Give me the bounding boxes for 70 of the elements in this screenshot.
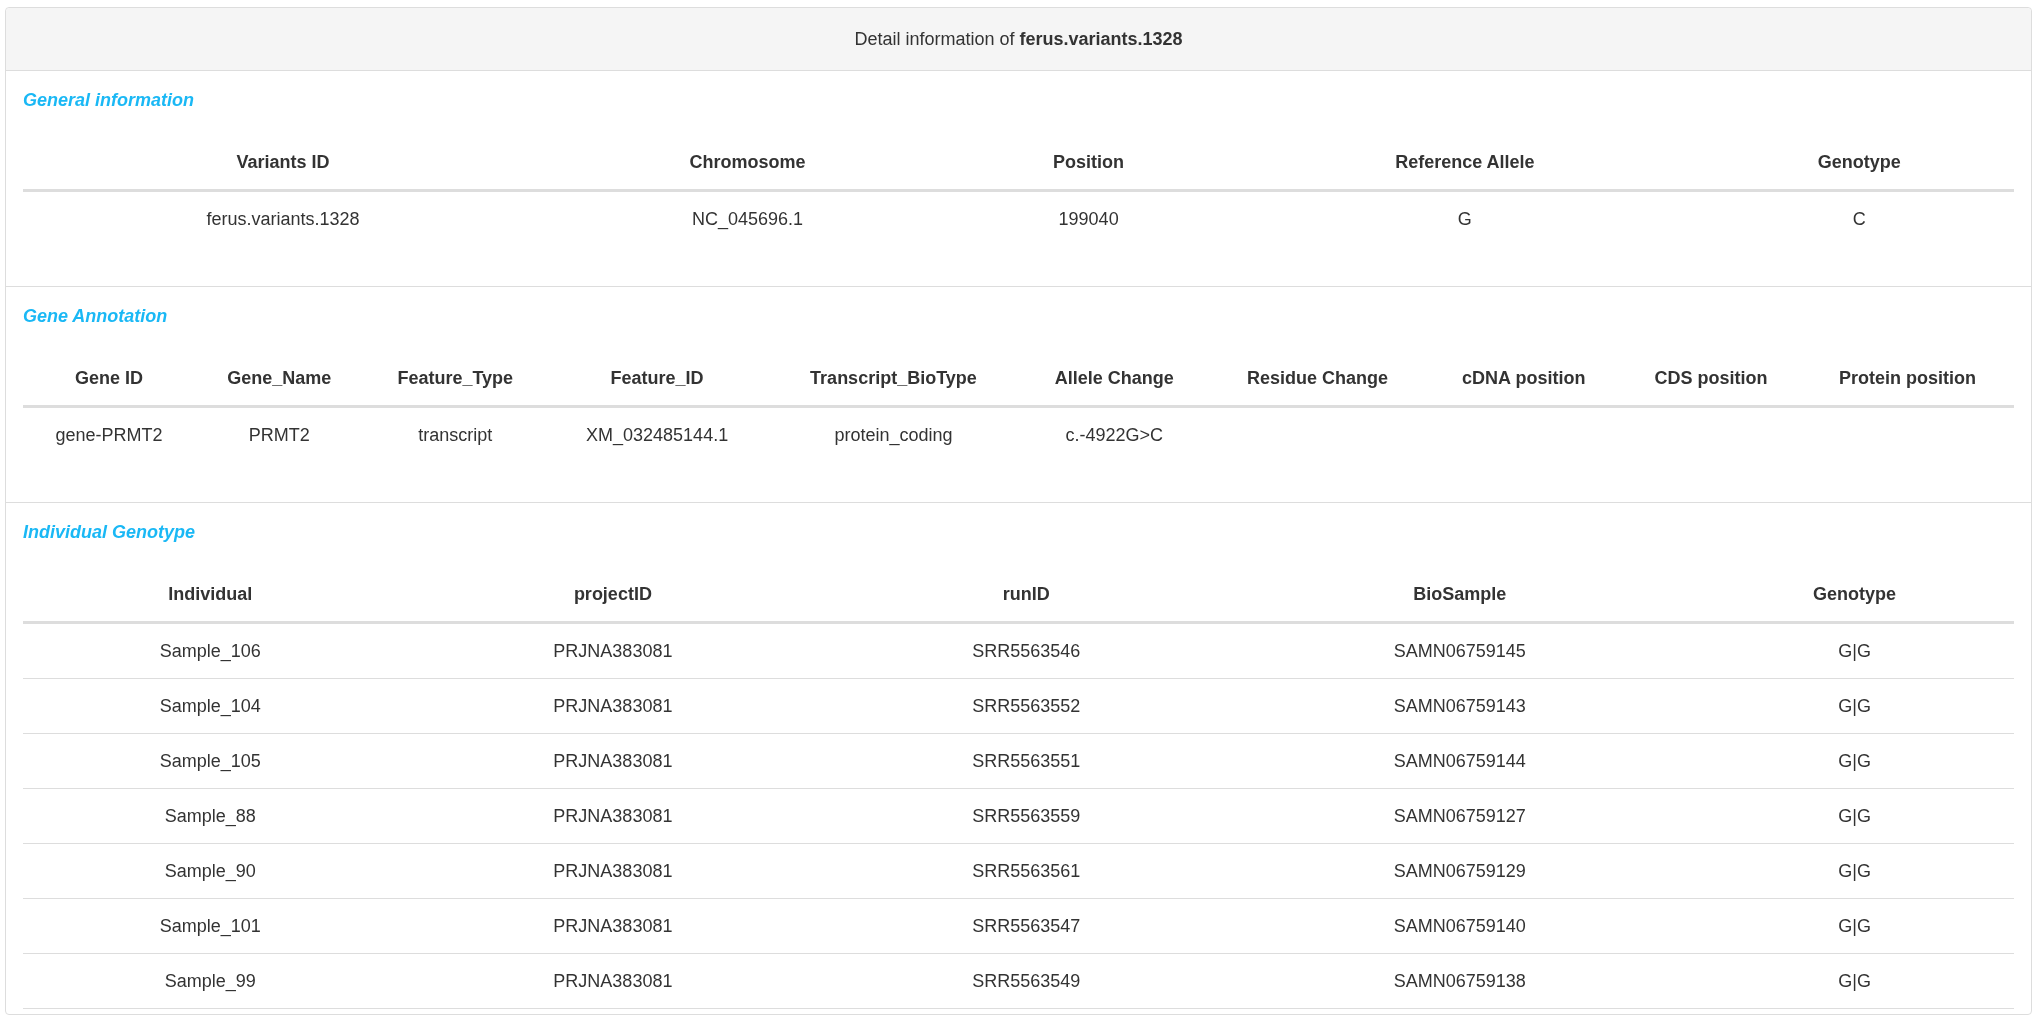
table-cell: Sample_90 bbox=[23, 843, 398, 899]
column-header: Individual bbox=[23, 564, 398, 623]
table-cell: G|G bbox=[1695, 898, 2014, 954]
table-cell: transcript bbox=[363, 406, 548, 462]
column-header: Transcript_BioType bbox=[766, 348, 1020, 407]
table-cell: C bbox=[1704, 190, 2014, 246]
table-cell: gene-PRMT2 bbox=[23, 406, 196, 462]
table-cell: protein_coding bbox=[766, 406, 1020, 462]
column-header: projectID bbox=[397, 564, 829, 623]
table-cell: PRJNA383081 bbox=[397, 622, 829, 679]
column-header: Genotype bbox=[1704, 132, 2014, 191]
table-cell: SRR5563551 bbox=[828, 733, 1225, 789]
column-header: runID bbox=[828, 564, 1225, 623]
column-header: BioSample bbox=[1224, 564, 1696, 623]
column-header: Protein position bbox=[1801, 348, 2014, 407]
table-cell: G|G bbox=[1695, 733, 2014, 789]
table-cell: G|G bbox=[1695, 843, 2014, 899]
table-cell: SRR5563546 bbox=[828, 622, 1225, 679]
table-cell: G|G bbox=[1695, 788, 2014, 844]
table-cell: PRJNA383081 bbox=[397, 953, 829, 1009]
table-cell: G|G bbox=[1695, 622, 2014, 679]
table-cell: SAMN06759144 bbox=[1224, 733, 1696, 789]
table-cell: SRR5563549 bbox=[828, 953, 1225, 1009]
table-cell: Sample_88 bbox=[23, 788, 398, 844]
section-title: Individual Genotype bbox=[23, 521, 196, 544]
table-cell: c.-4922G>C bbox=[1020, 406, 1209, 462]
column-header: Allele Change bbox=[1020, 348, 1209, 407]
section-title: General information bbox=[23, 89, 195, 112]
table-cell: SRR5563552 bbox=[828, 678, 1225, 734]
table-cell: SAMN06759143 bbox=[1224, 678, 1696, 734]
table-cell: PRJNA383081 bbox=[397, 788, 829, 844]
table-cell: G bbox=[1225, 190, 1705, 246]
table-cell: SRR5563561 bbox=[828, 843, 1225, 899]
table-cell: SAMN06759140 bbox=[1224, 898, 1696, 954]
table-cell: NC_045696.1 bbox=[543, 190, 952, 246]
table-cell: PRJNA383081 bbox=[397, 843, 829, 899]
column-header: Genotype bbox=[1695, 564, 2014, 623]
table-cell: Sample_101 bbox=[23, 898, 398, 954]
column-header: cDNA position bbox=[1426, 348, 1621, 407]
table-cell: Sample_105 bbox=[23, 733, 398, 789]
table-cell: ferus.variants.1328 bbox=[23, 190, 544, 246]
table-cell: PRJNA383081 bbox=[397, 733, 829, 789]
section-title: Gene Annotation bbox=[23, 305, 168, 328]
panel-title: Detail information of ferus.variants.1328 bbox=[854, 28, 1183, 50]
table-cell: SRR5563559 bbox=[828, 788, 1225, 844]
column-header: Feature_Type bbox=[363, 348, 548, 407]
column-header: CDS position bbox=[1620, 348, 1802, 407]
column-header: Gene ID bbox=[23, 348, 196, 407]
table-cell: PRJNA383081 bbox=[397, 678, 829, 734]
column-header: Chromosome bbox=[543, 132, 952, 191]
table-cell: 199040 bbox=[951, 190, 1226, 246]
table-cell: SAMN06759145 bbox=[1224, 622, 1696, 679]
table-cell: PRJNA383081 bbox=[397, 898, 829, 954]
table-cell: G|G bbox=[1695, 678, 2014, 734]
table-cell: G|G bbox=[1695, 953, 2014, 1009]
column-header: Reference Allele bbox=[1225, 132, 1705, 191]
table-cell: SAMN06759127 bbox=[1224, 788, 1696, 844]
table-cell: SRR5563547 bbox=[828, 898, 1225, 954]
table-cell: PRMT2 bbox=[195, 406, 364, 462]
table-cell: SAMN06759138 bbox=[1224, 953, 1696, 1009]
table-cell: Sample_104 bbox=[23, 678, 398, 734]
table-cell: SAMN06759129 bbox=[1224, 843, 1696, 899]
table-cell: XM_032485144.1 bbox=[547, 406, 767, 462]
column-header: Feature_ID bbox=[547, 348, 767, 407]
column-header: Residue Change bbox=[1208, 348, 1427, 407]
table-cell: Sample_99 bbox=[23, 953, 398, 1009]
column-header: Position bbox=[951, 132, 1226, 191]
table-cell: Sample_106 bbox=[23, 622, 398, 679]
column-header: Gene_Name bbox=[195, 348, 364, 407]
column-header: Variants ID bbox=[23, 132, 544, 191]
